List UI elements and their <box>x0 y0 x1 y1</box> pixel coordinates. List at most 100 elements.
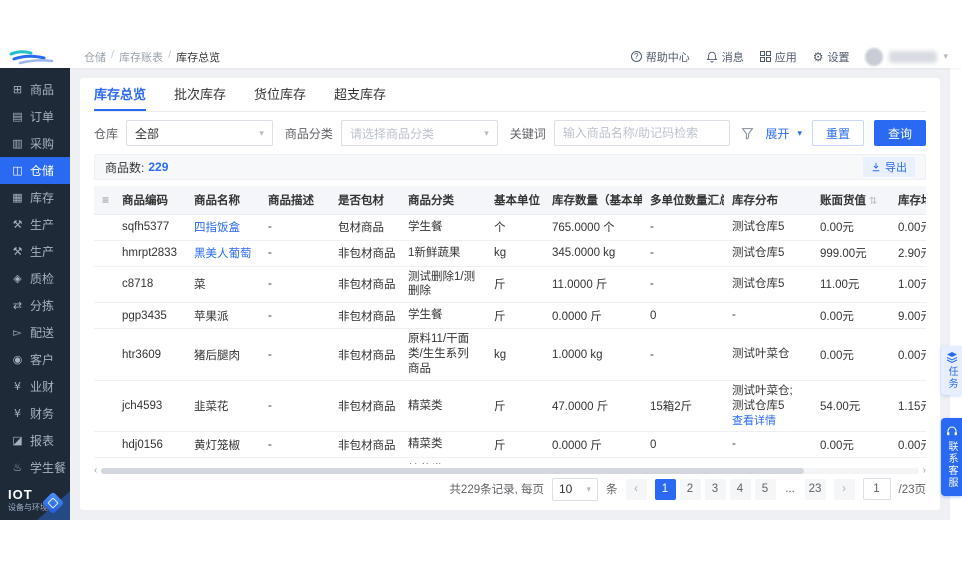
table-row[interactable]: htr3609 猪后腿肉 - 非包材商品 原料11/干面类/生生系列商品 kg 1.0000… <box>94 328 926 382</box>
sidebar-item-仓储[interactable]: ◫ 仓储 <box>0 157 70 184</box>
page-button-3[interactable]: 3 <box>704 478 726 500</box>
view-details-link[interactable]: 查看详情 <box>732 414 804 428</box>
table-row[interactable]: jch4593 韭菜花 - 非包材商品 精菜类斤 47.0000 斤 15箱2斤 测试叶菜仓;… <box>94 380 926 433</box>
column-settings-button[interactable]: ≡ <box>94 186 114 215</box>
breadcrumb-item[interactable]: 仓储 <box>84 49 106 65</box>
sidebar-item-报表[interactable]: ◪ 报表 <box>0 427 70 454</box>
keyword-input[interactable] <box>553 120 731 146</box>
scrollbar-thumb[interactable] <box>101 468 805 474</box>
sidebar-item-商品[interactable]: ⊞ 商品 <box>0 76 70 103</box>
help-center-button[interactable]: ? 帮助中心 <box>630 49 690 65</box>
apps-button[interactable]: 应用 <box>759 49 797 65</box>
cell-quantity: 11.0000 斤 <box>544 266 642 304</box>
sidebar-item-学生餐[interactable]: ♨ 学生餐 <box>0 454 70 481</box>
cell-material: 非包材商品 <box>330 240 400 267</box>
cell-quantity: 0.0000 斤 <box>544 431 642 459</box>
app-logo[interactable] <box>0 45 70 68</box>
cell-name[interactable]: 黑美人葡萄 <box>186 240 260 267</box>
settings-button[interactable]: ⚙ 设置 <box>813 49 850 65</box>
sidebar-item-label: 订单 <box>30 110 55 124</box>
help-center-label: 帮助中心 <box>645 51 690 64</box>
table-row[interactable]: ldj9105绿灯笼椒-非包材商品精菜类斤0.0000 斤0-0.00元0.00… <box>94 457 926 464</box>
goods-icon: ⊞ <box>12 83 23 96</box>
scroll-left-icon[interactable]: ‹ <box>94 466 97 476</box>
cell-name: 苹果派 <box>186 302 260 330</box>
sidebar-item-label: 生产 <box>30 245 55 259</box>
filter-funnel-icon[interactable] <box>738 127 757 140</box>
column-header-库存均价[interactable]: 库存均价⇅ <box>890 186 926 215</box>
cell-material: 包材商品 <box>330 214 400 241</box>
cell-code: c8718 <box>114 266 186 304</box>
scroll-right-icon[interactable]: › <box>923 466 926 476</box>
sort-icon[interactable]: ⇅ <box>869 196 877 207</box>
tab-bar: 库存总览 批次库存 货位库存 超支库存 <box>94 78 926 112</box>
sidebar-item-业财[interactable]: ¥ 业财 <box>0 373 70 400</box>
cell-book-value: 0.00元 <box>812 302 890 330</box>
table-row[interactable]: hmrpt2833 黑美人葡萄 - 非包材商品 1新鲜蔬果 kg 345.0000 kg - 测… <box>94 240 926 267</box>
table-row[interactable]: c8718 菜 - 非包材商品 测试删除1/测删除斤 11.0000 斤 - 测试仓库5 11.… <box>94 266 926 304</box>
orders-icon: ▤ <box>12 110 23 123</box>
task-fab[interactable]: 任务 <box>941 346 962 395</box>
page-button-5[interactable]: 5 <box>754 478 776 500</box>
search-button[interactable]: 查询 <box>873 120 926 146</box>
column-header-账面货值[interactable]: 账面货值 ⇅ <box>812 186 890 215</box>
export-button[interactable]: 导出 <box>863 157 915 177</box>
sorting-icon: ⇄ <box>12 299 23 312</box>
sidebar-item-财务[interactable]: ¥ 财务 <box>0 400 70 427</box>
chevron-down-icon: ▾ <box>259 127 264 138</box>
reset-button[interactable]: 重置 <box>811 120 864 146</box>
page-button-23[interactable]: 23 <box>804 478 826 500</box>
contact-service-fab[interactable]: 联系客服 <box>941 418 962 496</box>
download-icon <box>872 162 880 172</box>
production-icon: ⚒ <box>12 218 23 231</box>
tab-货位库存[interactable]: 货位库存 <box>254 78 306 111</box>
cell-material: 非包材商品 <box>330 380 400 433</box>
category-select[interactable]: 请选择商品分类 ▾ <box>340 120 498 146</box>
tab-超支库存[interactable]: 超支库存 <box>334 78 386 111</box>
tab-批次库存[interactable]: 批次库存 <box>174 78 226 111</box>
scrollbar-track[interactable] <box>101 468 919 474</box>
table-row[interactable]: pgp3435苹果派-非包材商品学生餐斤0.0000 斤0-0.00元9.00元 <box>94 302 926 330</box>
page-jump-input[interactable]: 1 <box>862 478 891 500</box>
inventory-data-table: ≡ 商品编码商品名称商品描述是否包材商品分类基本单位库存数量（基本单位）⇅多单位数… <box>94 186 926 464</box>
sidebar-item-库存[interactable]: ▦ 库存 <box>0 184 70 211</box>
messages-button[interactable]: 消息 <box>706 49 744 65</box>
sidebar-item-生产[interactable]: ⚒ 生产 <box>0 211 70 238</box>
chevron-down-icon: ▾ <box>797 127 802 138</box>
breadcrumb-item[interactable]: 库存账表 <box>119 49 163 65</box>
column-header-库存数量（基本单位）[interactable]: 库存数量（基本单位）⇅ <box>544 186 642 215</box>
sidebar-item-质检[interactable]: ◈ 质检 <box>0 265 70 292</box>
table-row[interactable]: hdj0156 黄灯笼椒 - 非包材商品 精菜类斤 0.0000 斤 0-0.00元 0.00… <box>94 431 926 459</box>
sidebar-item-客户[interactable]: ◉ 客户 <box>0 346 70 373</box>
cell-name[interactable]: 四指饭盒 <box>186 214 260 241</box>
user-menu[interactable]: ▾ <box>865 47 948 66</box>
sidebar-item-采购[interactable]: ▥ 采购 <box>0 130 70 157</box>
sidebar-item-分拣[interactable]: ⇄ 分拣 <box>0 292 70 319</box>
sidebar-item-label: 仓储 <box>30 164 55 178</box>
page-button-1[interactable]: 1 <box>654 478 676 500</box>
page-size-select[interactable]: 10 ▾ <box>552 477 598 501</box>
sidebar-item-订单[interactable]: ▤ 订单 <box>0 103 70 130</box>
sidebar-item-生产[interactable]: ⚒ 生产 <box>0 238 70 265</box>
next-page-button[interactable]: › <box>833 478 855 500</box>
cell-avg-price: 0.00元 <box>890 431 926 459</box>
cell-quantity: 47.0000 斤 <box>544 380 642 433</box>
warehouse-select[interactable]: 全部 ▾ <box>126 120 273 146</box>
expand-toggle[interactable]: 展开 ▾ <box>765 125 802 142</box>
cell-avg-price: 0.00元 <box>890 457 926 464</box>
cell-code: sqfh5377 <box>114 214 186 241</box>
tab-库存总览[interactable]: 库存总览 <box>94 78 147 111</box>
report-icon: ◪ <box>12 434 23 447</box>
cell-description: - <box>260 240 330 267</box>
cell-book-value: 0.00元 <box>812 431 890 459</box>
prev-page-button[interactable]: ‹ <box>625 478 647 500</box>
cell-book-value: 0.00元 <box>812 214 890 241</box>
page-button-4[interactable]: 4 <box>729 478 751 500</box>
help-icon: ? <box>630 51 642 62</box>
sidebar-item-配送[interactable]: ▻ 配送 <box>0 319 70 346</box>
page-button-2[interactable]: 2 <box>679 478 701 500</box>
chevron-down-icon: ▾ <box>484 127 489 138</box>
finance-icon: ¥ <box>14 407 21 420</box>
cell-book-value: 0.00元 <box>812 457 890 464</box>
table-row[interactable]: sqfh5377 四指饭盒 - 包材商品 学生餐个 765.0000 个 - 测试仓库5 0.0… <box>94 214 926 241</box>
